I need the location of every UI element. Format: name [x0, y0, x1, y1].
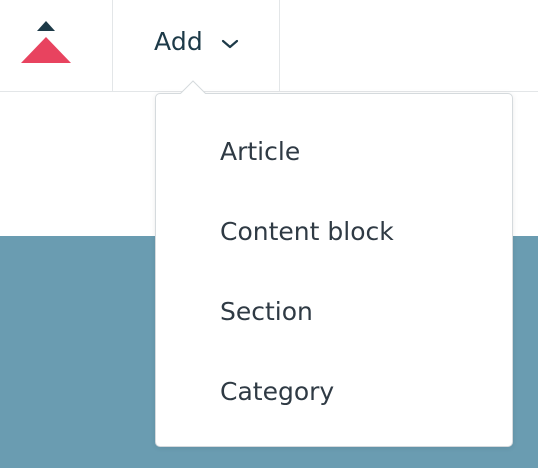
top-navigation-bar: Add: [0, 0, 538, 92]
add-dropdown-menu: Article Content block Section Category: [155, 93, 513, 447]
menu-item-label: Content block: [220, 217, 394, 246]
logo-cell[interactable]: [0, 0, 113, 92]
menu-item-label: Article: [220, 137, 301, 166]
menu-item-section[interactable]: Section: [156, 271, 512, 351]
brand-logo-arrow-icon: [21, 21, 71, 63]
menu-item-label: Section: [220, 297, 313, 326]
menu-item-article[interactable]: Article: [156, 111, 512, 191]
add-menu-button[interactable]: Add: [113, 0, 280, 92]
menu-item-content-block[interactable]: Content block: [156, 191, 512, 271]
menu-item-category[interactable]: Category: [156, 351, 512, 431]
chevron-down-icon: [221, 39, 239, 49]
add-button-label: Add: [154, 27, 204, 56]
dropdown-caret: [180, 80, 206, 94]
menu-item-label: Category: [220, 377, 335, 406]
